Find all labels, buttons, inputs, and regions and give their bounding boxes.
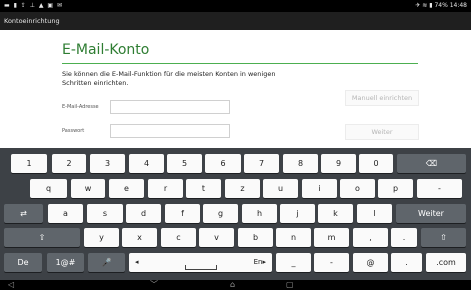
backspace-key[interactable]: ⌫ xyxy=(397,154,466,173)
key-5[interactable]: 5 xyxy=(167,154,202,173)
key-g[interactable]: g xyxy=(203,204,238,223)
password-label: Passwort xyxy=(62,128,85,134)
space-icon xyxy=(185,265,217,270)
key-j[interactable]: j xyxy=(280,204,315,223)
key-x[interactable]: x xyxy=(122,228,157,247)
recent-apps-icon[interactable]: ▢ xyxy=(286,280,294,290)
key-7[interactable]: 7 xyxy=(244,154,279,173)
back-icon[interactable]: ◁ xyxy=(8,280,14,290)
key-dot[interactable]: . xyxy=(391,253,422,272)
key-9[interactable]: 9 xyxy=(321,154,356,173)
title-divider xyxy=(62,63,418,64)
tab-key[interactable]: ⇄ xyxy=(4,204,43,223)
key-w[interactable]: w xyxy=(71,179,105,198)
key-u[interactable]: u xyxy=(263,179,298,198)
key-at[interactable]: @ xyxy=(353,253,388,272)
cursor-right-icon: En▸ xyxy=(253,258,266,266)
key-3[interactable]: 3 xyxy=(90,154,125,173)
shift-left-key[interactable]: ⇧ xyxy=(4,228,80,247)
shift-right-key[interactable]: ⇧ xyxy=(421,228,466,247)
navigation-bar: ◁ ﹀ ⌂ ▢ xyxy=(0,280,471,290)
symbols-key[interactable]: 1@# xyxy=(47,253,84,272)
key-k[interactable]: k xyxy=(318,204,353,223)
key-b[interactable]: b xyxy=(238,228,273,247)
key-l[interactable]: l xyxy=(357,204,392,223)
key-v[interactable]: v xyxy=(199,228,234,247)
key-e[interactable]: e xyxy=(109,179,144,198)
key-comma[interactable]: , xyxy=(353,228,388,247)
key-m[interactable]: m xyxy=(314,228,349,247)
setup-description: Sie können die E-Mail-Funktion für die m… xyxy=(62,70,276,87)
manual-setup-button[interactable]: Manuell einrichten xyxy=(345,90,419,106)
system-status: ✈ ≋ ▮ 74% 14:48 xyxy=(415,2,467,9)
key-hyphen[interactable]: - xyxy=(314,253,349,272)
key-s[interactable]: s xyxy=(87,204,123,223)
key-c[interactable]: c xyxy=(161,228,196,247)
status-bar: ▬ ▮ ⇪ ⊥ ▲ ▣ ✉ ✈ ≋ ▮ 74% 14:48 xyxy=(0,0,471,12)
key-4[interactable]: 4 xyxy=(129,154,164,173)
dotcom-key[interactable]: .com xyxy=(426,253,466,272)
next-button[interactable]: Weiter xyxy=(345,124,419,140)
email-field[interactable] xyxy=(110,100,230,114)
key-period[interactable]: . xyxy=(391,228,417,247)
key-i[interactable]: i xyxy=(302,179,337,198)
key-8[interactable]: 8 xyxy=(283,154,318,173)
action-bar-title: Kontoeinrichtung xyxy=(4,17,60,25)
key-0[interactable]: 0 xyxy=(359,154,393,173)
email-label: E-Mail-Adresse xyxy=(62,104,99,110)
key-1[interactable]: 1 xyxy=(11,154,47,173)
home-icon[interactable]: ⌂ xyxy=(230,280,235,290)
key-f[interactable]: f xyxy=(165,204,200,223)
page-title: E-Mail-Konto xyxy=(62,42,150,58)
key-o[interactable]: o xyxy=(340,179,375,198)
space-bar[interactable]: ◂ En▸ xyxy=(129,253,272,272)
key-underscore[interactable]: _ xyxy=(276,253,311,272)
key-y[interactable]: y xyxy=(84,228,119,247)
microphone-icon[interactable]: 🎤 xyxy=(88,253,125,272)
key-2[interactable]: 2 xyxy=(52,154,86,173)
key-a[interactable]: a xyxy=(48,204,83,223)
key-z[interactable]: z xyxy=(225,179,260,198)
key-p[interactable]: p xyxy=(378,179,413,198)
key-h[interactable]: h xyxy=(242,204,277,223)
password-field[interactable] xyxy=(110,124,230,138)
key-6[interactable]: 6 xyxy=(205,154,241,173)
account-setup-form: E-Mail-Konto Sie können die E-Mail-Funkt… xyxy=(0,30,471,148)
key-d[interactable]: d xyxy=(126,204,161,223)
language-key[interactable]: De xyxy=(4,253,42,272)
action-bar: Kontoeinrichtung xyxy=(0,12,471,30)
soft-keyboard: 1 2 3 4 5 6 7 8 9 0 ⌫ q w e r t z u i o … xyxy=(0,148,471,280)
key-n[interactable]: n xyxy=(276,228,311,247)
enter-weiter-key[interactable]: Weiter xyxy=(396,204,466,223)
cursor-left-icon: ◂ xyxy=(135,258,139,266)
hide-keyboard-icon[interactable]: ﹀ xyxy=(150,280,158,290)
key-dash[interactable]: - xyxy=(417,179,462,198)
notification-icons: ▬ ▮ ⇪ ⊥ ▲ ▣ ✉ xyxy=(4,2,63,9)
key-t[interactable]: t xyxy=(186,179,221,198)
key-q[interactable]: q xyxy=(30,179,67,198)
key-r[interactable]: r xyxy=(148,179,183,198)
